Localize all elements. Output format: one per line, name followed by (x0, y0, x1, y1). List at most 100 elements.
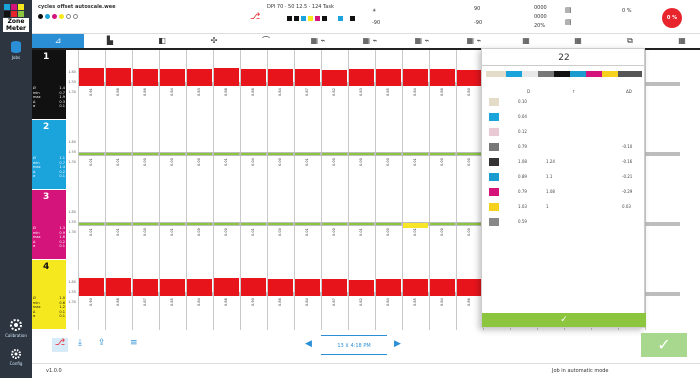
zone-value-label: 0.88 (224, 298, 228, 306)
popup-ok-button[interactable]: ✓ (482, 313, 646, 327)
channel-label[interactable]: 3 Ø 1.3 min 0.9 max 1.6 Δ 0.2 σ 0.1 (32, 190, 66, 259)
density-bar[interactable] (322, 279, 347, 296)
density-bar[interactable] (268, 69, 293, 86)
density-deviation[interactable] (268, 153, 293, 155)
density-bar[interactable] (214, 278, 239, 296)
density-deviation[interactable] (295, 223, 320, 225)
density-bar[interactable] (133, 279, 158, 296)
tab-12[interactable]: ▦ (656, 34, 700, 48)
density-bar[interactable] (133, 69, 158, 86)
tab-9[interactable]: ▦ (500, 34, 552, 48)
density-deviation[interactable] (322, 223, 347, 225)
density-bar[interactable] (430, 69, 455, 86)
density-k-icon[interactable]: ⎇ (250, 12, 260, 22)
density-deviation[interactable] (376, 223, 401, 225)
density-bar[interactable] (268, 279, 293, 296)
tab-8[interactable]: ▦ ⌁ (448, 34, 500, 48)
density-bar[interactable] (430, 279, 455, 296)
density-bar[interactable] (106, 68, 131, 86)
compare-icon[interactable]: ≡ (130, 338, 138, 348)
zone-value-label: 0.84 (278, 88, 282, 96)
scale-label: 1.55 (68, 80, 76, 84)
status-badge[interactable]: 0 % (662, 8, 682, 28)
tab-1[interactable]: ▙ (84, 34, 136, 48)
next-button[interactable]: ▶ (394, 339, 401, 349)
tab-2[interactable]: ◧ (136, 34, 188, 48)
sidebar-item-config[interactable]: Config (0, 348, 32, 366)
density-deviation[interactable] (214, 153, 239, 155)
density-deviation[interactable] (160, 153, 185, 155)
density-bar[interactable] (349, 69, 374, 86)
density-deviation[interactable] (268, 223, 293, 225)
density-deviation[interactable] (295, 153, 320, 155)
density-deviation[interactable] (430, 223, 455, 225)
density-bar[interactable] (160, 69, 185, 86)
tab-0[interactable]: ⊿ (32, 34, 84, 48)
density-bar[interactable] (295, 279, 320, 296)
density-deviation[interactable] (241, 223, 266, 225)
density-bar[interactable] (106, 278, 131, 296)
density-deviation[interactable] (133, 223, 158, 225)
zone-value-label: 0.88 (116, 88, 120, 96)
density-bar[interactable] (241, 278, 266, 296)
upload-icon[interactable]: ⇪ (98, 338, 106, 348)
density-deviation[interactable] (187, 153, 212, 155)
density-bar[interactable] (403, 69, 428, 86)
file-name: cycles offset autoscale.wee (38, 4, 116, 10)
density-bar[interactable] (79, 68, 104, 86)
sidebar-item-calibration[interactable]: Calibration (0, 318, 32, 338)
density-bar[interactable] (457, 279, 482, 296)
document-icon[interactable]: ▤ (565, 6, 572, 14)
document-icon[interactable]: ▤ (565, 18, 572, 26)
channel-label[interactable]: 1 Ø 1.4 min 0.7 max 1.9 Δ 0.3 σ 0.1 (32, 50, 66, 119)
density-bar[interactable] (376, 279, 401, 296)
tab-10[interactable]: ▦ (552, 34, 604, 48)
channel-label[interactable]: 2 Ø 1.1 min 0.7 max 1.4 Δ 0.2 σ 0.1 (32, 120, 66, 189)
app-logo: Zone Meter (2, 2, 30, 33)
density-deviation[interactable] (187, 223, 212, 225)
density-bar[interactable] (376, 69, 401, 86)
density-deviation[interactable] (241, 153, 266, 155)
density-bar[interactable] (457, 70, 482, 86)
density-k-icon[interactable]: ⎇ (52, 338, 68, 352)
density-deviation[interactable] (457, 223, 482, 225)
sidebar-item-jobs[interactable]: Jobs (0, 40, 32, 60)
density-bar[interactable] (187, 279, 212, 296)
density-bar[interactable] (241, 69, 266, 86)
density-deviation[interactable] (79, 153, 104, 155)
density-deviation[interactable] (106, 153, 131, 155)
confirm-button[interactable]: ✓ (641, 333, 687, 357)
density-deviation[interactable] (457, 153, 482, 155)
density-deviation[interactable] (403, 153, 428, 155)
density-deviation[interactable] (349, 223, 374, 225)
export-icon[interactable]: ⤓ (78, 338, 82, 348)
density-deviation[interactable] (160, 223, 185, 225)
density-deviation[interactable] (322, 153, 347, 155)
density-bar[interactable] (187, 69, 212, 86)
channel-label[interactable]: 4 Ø 1.0 min 0.6 max 1.2 Δ 0.1 σ 0.1 (32, 260, 66, 329)
density-bar[interactable] (160, 279, 185, 296)
popup-row: 1.03 1 0.03 (482, 202, 646, 217)
timestamp[interactable]: 13 ⊻ 4:18 PM (321, 335, 387, 355)
tab-3[interactable]: ✣ (188, 34, 240, 48)
tab-7[interactable]: ▦ ⌁ (396, 34, 448, 48)
density-bar[interactable] (403, 279, 428, 296)
tab-4[interactable]: ⌒ (240, 34, 292, 48)
density-deviation[interactable] (430, 153, 455, 155)
density-bar[interactable] (79, 278, 104, 296)
density-deviation[interactable] (106, 223, 131, 225)
density-bar[interactable] (322, 70, 347, 86)
density-bar[interactable] (349, 280, 374, 296)
density-bar[interactable] (295, 69, 320, 86)
sidebar-item-label: Calibration (5, 333, 27, 338)
density-deviation[interactable] (214, 223, 239, 225)
density-bar[interactable] (214, 68, 239, 86)
density-deviation[interactable] (79, 223, 104, 225)
tab-11[interactable]: ⧉ (604, 34, 656, 48)
tab-6[interactable]: ▦ ⌁ (344, 34, 396, 48)
tab-5[interactable]: ▦ ⌁ (292, 34, 344, 48)
prev-button[interactable]: ◀ (305, 339, 312, 349)
density-deviation[interactable] (349, 153, 374, 155)
density-deviation[interactable] (376, 153, 401, 155)
density-deviation[interactable] (133, 153, 158, 155)
